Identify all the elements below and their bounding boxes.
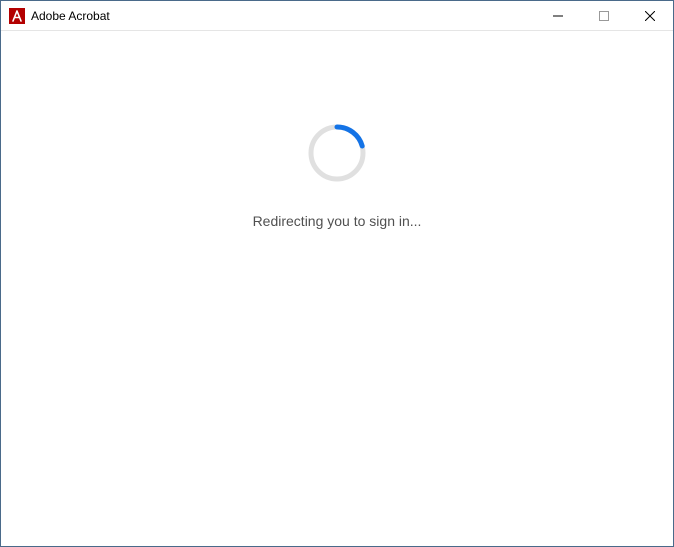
acrobat-icon [9,8,25,24]
loading-spinner-icon [305,121,369,185]
minimize-button[interactable] [535,1,581,30]
maximize-button[interactable] [581,1,627,30]
window: Adobe Acrobat [0,0,674,547]
content-area: Redirecting you to sign in... [1,31,673,546]
close-button[interactable] [627,1,673,30]
window-title: Adobe Acrobat [31,9,535,23]
maximize-icon [599,11,609,21]
titlebar: Adobe Acrobat [1,1,673,31]
minimize-icon [553,11,563,21]
window-controls [535,1,673,30]
close-icon [645,11,655,21]
status-text: Redirecting you to sign in... [253,213,422,229]
